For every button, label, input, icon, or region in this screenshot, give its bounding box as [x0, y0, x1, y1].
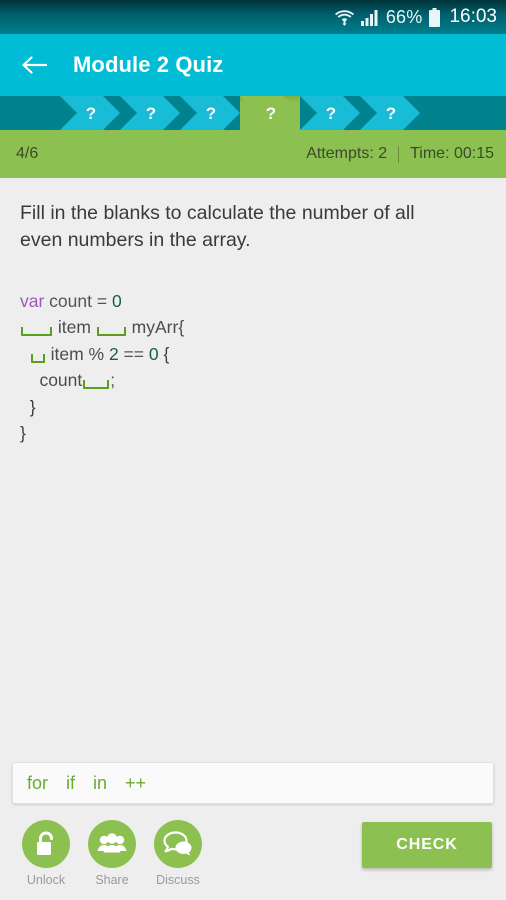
progress-step-6[interactable]: ? — [360, 96, 420, 130]
code-line: item myArr{ — [20, 314, 506, 341]
progress-step-4[interactable]: ? — [240, 96, 300, 130]
code-token: 2 — [108, 343, 119, 364]
status-bar: 66% 16:03 — [0, 0, 506, 34]
unlock-label: Unlock — [26, 873, 66, 887]
code-line: } — [20, 394, 506, 421]
quiz-meta-bar: 4/6 Attempts: 2 Time: 00:15 — [0, 130, 506, 178]
battery-percent-label: 66% — [385, 6, 423, 27]
speech-bubbles-icon — [154, 820, 202, 868]
word-bank-item[interactable]: ++ — [125, 773, 146, 794]
battery-icon — [429, 7, 441, 27]
time-label: Time: 00:15 — [410, 145, 494, 162]
question-mark-icon: ? — [265, 103, 277, 123]
code-line: var count = 0 — [20, 288, 506, 315]
back-arrow-icon[interactable] — [17, 48, 51, 82]
question-mark-icon: ? — [385, 103, 397, 123]
question-mark-icon: ? — [85, 103, 97, 123]
share-button[interactable]: Share — [80, 820, 144, 887]
progress-step-3[interactable]: ? — [180, 96, 240, 130]
question-text: Fill in the blanks to calculate the numb… — [20, 202, 415, 251]
wifi-icon — [334, 9, 354, 26]
signal-bars-icon — [360, 9, 379, 26]
attempts-label: Attempts: 2 — [306, 145, 388, 162]
unlock-button[interactable]: Unlock — [14, 820, 78, 887]
progress-step-track: ?????? — [60, 96, 420, 130]
quiz-progress-bar: ?????? — [0, 96, 506, 130]
question-mark-icon: ? — [325, 103, 337, 123]
page-title: Module 2 Quiz — [73, 52, 224, 77]
progress-step-2[interactable]: ? — [120, 96, 180, 130]
code-token: 0 — [111, 290, 122, 311]
code-snippet: var count = 0 item myArr{ item % 2 == 0 … — [0, 288, 506, 447]
action-buttons: Unlock Share Discuss — [14, 820, 212, 887]
code-token: ; — [110, 370, 116, 391]
quiz-stats: Attempts: 2 Time: 00:15 — [306, 145, 494, 163]
code-blank-slot[interactable] — [83, 380, 110, 390]
code-blank-slot[interactable] — [30, 353, 45, 363]
progress-step-5[interactable]: ? — [300, 96, 360, 130]
word-bank-item[interactable]: if — [66, 773, 75, 794]
question-mark-icon: ? — [205, 103, 217, 123]
discuss-label: Discuss — [156, 873, 200, 887]
code-token: count — [20, 370, 83, 391]
quiz-screen: 66% 16:03 Module 2 Quiz ?????? 4/6 Attem… — [0, 0, 506, 900]
code-blank-slot[interactable] — [21, 327, 52, 337]
code-token: { — [158, 343, 170, 364]
code-token: 0 — [148, 343, 159, 364]
progress-step-1[interactable]: ? — [60, 96, 120, 130]
code-line: count; — [20, 367, 506, 394]
code-token: item — [53, 317, 96, 338]
code-token: == — [118, 343, 149, 364]
code-blank-slot[interactable] — [96, 327, 126, 337]
code-token: myArr{ — [126, 317, 185, 338]
answer-word-bank[interactable]: for if in ++ — [12, 762, 494, 804]
meta-separator — [398, 145, 400, 163]
check-button[interactable]: CHECK — [362, 822, 492, 868]
code-line: item % 2 == 0 { — [20, 341, 506, 368]
quiz-content: Fill in the blanks to calculate the numb… — [0, 178, 506, 900]
people-group-icon — [88, 820, 136, 868]
word-bank-item[interactable]: for — [27, 773, 48, 794]
bottom-action-bar: Unlock Share Discuss CHECK — [0, 812, 506, 900]
share-label: Share — [95, 873, 129, 887]
code-token: } — [20, 396, 36, 417]
question-mark-icon: ? — [145, 103, 157, 123]
code-token: item % — [45, 343, 109, 364]
app-bar: Module 2 Quiz — [0, 34, 506, 96]
code-token: var — [20, 290, 45, 311]
word-bank-item[interactable]: in — [93, 773, 107, 794]
code-token: count = — [44, 290, 112, 311]
code-line: } — [20, 420, 506, 447]
discuss-button[interactable]: Discuss — [146, 820, 210, 887]
question-counter: 4/6 — [16, 145, 39, 162]
clock-label: 16:03 — [449, 6, 497, 27]
code-token: } — [20, 423, 26, 444]
padlock-icon — [22, 820, 70, 868]
